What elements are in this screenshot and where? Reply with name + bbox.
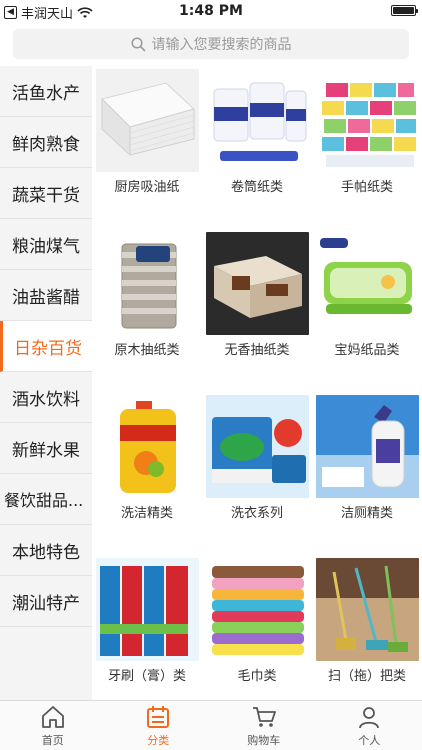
product-card[interactable]: 扫（拖）把类 bbox=[312, 555, 422, 718]
category-sidebar: 活鱼水产 鲜肉熟食 蔬菜干货 粮油煤气 油盐酱醋 日杂百货 酒水饮料 新鲜水果 … bbox=[0, 66, 92, 700]
product-card[interactable]: 卷筒纸类 bbox=[202, 66, 312, 229]
product-label: 牙刷（膏）类 bbox=[107, 669, 186, 684]
product-image-laundry bbox=[206, 395, 309, 498]
status-time: 1:48 PM bbox=[179, 3, 243, 19]
product-image-baby-paper bbox=[316, 232, 419, 335]
product-image-kitchen-paper bbox=[96, 69, 199, 172]
sidebar-item-label: 日杂百货 bbox=[14, 338, 82, 359]
bottom-tab-bar: 首页 分类 购物车 个人 bbox=[0, 700, 422, 750]
product-label: 卷筒纸类 bbox=[230, 180, 283, 195]
sidebar-item-fruit[interactable]: 新鲜水果 bbox=[0, 423, 92, 474]
product-card[interactable]: 原木抽纸类 bbox=[92, 229, 202, 392]
category-icon bbox=[147, 705, 170, 728]
search-area: 请输入您要搜索的商品 bbox=[0, 22, 422, 66]
product-image-toilet-cleaner bbox=[316, 395, 419, 498]
product-image-wood-tissue bbox=[96, 232, 199, 335]
product-label: 洁厕精类 bbox=[340, 506, 393, 521]
tab-label: 个人 bbox=[358, 733, 381, 747]
sidebar-item-local-specialty[interactable]: 本地特色 bbox=[0, 525, 92, 576]
product-card[interactable]: 洗衣系列 bbox=[202, 392, 312, 555]
tab-label: 购物车 bbox=[247, 733, 281, 747]
search-input[interactable]: 请输入您要搜索的商品 bbox=[13, 29, 409, 59]
product-label: 毛巾类 bbox=[237, 669, 277, 684]
product-label: 厨房吸油纸 bbox=[114, 180, 180, 195]
tab-label: 分类 bbox=[147, 733, 170, 747]
product-label: 洗洁精类 bbox=[120, 506, 173, 521]
product-image-towels bbox=[206, 558, 309, 661]
sidebar-item-label: 鲜肉熟食 bbox=[12, 134, 80, 155]
product-card[interactable]: 洁厕精类 bbox=[312, 392, 422, 555]
product-image-dish-soap bbox=[96, 395, 199, 498]
home-icon bbox=[41, 705, 64, 728]
sidebar-item-desserts[interactable]: 餐饮甜品... bbox=[0, 474, 92, 525]
product-label: 宝妈纸品类 bbox=[334, 343, 400, 358]
sidebar-item-label: 酒水饮料 bbox=[12, 389, 80, 410]
sidebar-item-label: 本地特色 bbox=[12, 542, 80, 563]
product-card[interactable]: 洗洁精类 bbox=[92, 392, 202, 555]
status-bar: ◀ 丰润天山 1:48 PM bbox=[0, 0, 422, 22]
sidebar-item-chaoshan-specialty[interactable]: 潮汕特产 bbox=[0, 576, 92, 627]
product-image-roll-paper bbox=[206, 69, 309, 172]
product-card[interactable]: 牙刷（膏）类 bbox=[92, 555, 202, 718]
sidebar-item-drinks[interactable]: 酒水饮料 bbox=[0, 372, 92, 423]
sidebar-item-fresh-meat[interactable]: 鲜肉熟食 bbox=[0, 117, 92, 168]
sidebar-item-label: 活鱼水产 bbox=[12, 83, 80, 104]
person-icon bbox=[359, 706, 380, 728]
product-label: 无香抽纸类 bbox=[224, 343, 290, 358]
sidebar-item-daily-goods[interactable]: 日杂百货 bbox=[0, 321, 92, 372]
sidebar-item-label: 餐饮甜品... bbox=[4, 491, 84, 510]
tab-profile[interactable]: 个人 bbox=[317, 701, 422, 750]
tab-label: 首页 bbox=[41, 733, 64, 747]
product-image-handkerchief-tissue bbox=[316, 69, 419, 172]
product-card[interactable]: 手帕纸类 bbox=[312, 66, 422, 229]
sidebar-item-label: 新鲜水果 bbox=[12, 440, 80, 461]
product-card[interactable]: 厨房吸油纸 bbox=[92, 66, 202, 229]
cart-icon bbox=[252, 706, 276, 727]
sidebar-item-label: 蔬菜干货 bbox=[12, 185, 80, 206]
product-card[interactable]: 无香抽纸类 bbox=[202, 229, 312, 392]
sidebar-item-label: 油盐酱醋 bbox=[12, 287, 80, 308]
sidebar-item-vegetables[interactable]: 蔬菜干货 bbox=[0, 168, 92, 219]
product-image-unscented-tissue bbox=[206, 232, 309, 335]
search-icon bbox=[130, 36, 146, 52]
product-grid-area: 厨房吸油纸 卷筒纸类 手帕纸类 原木抽纸类 无香抽纸类 宝妈纸品类 洗洁精类 洗… bbox=[92, 66, 422, 700]
battery-icon bbox=[391, 5, 418, 16]
product-card[interactable]: 毛巾类 bbox=[202, 555, 312, 718]
sidebar-item-condiments[interactable]: 油盐酱醋 bbox=[0, 270, 92, 321]
product-label: 扫（拖）把类 bbox=[327, 669, 406, 684]
product-grid: 厨房吸油纸 卷筒纸类 手帕纸类 原木抽纸类 无香抽纸类 宝妈纸品类 洗洁精类 洗… bbox=[92, 66, 422, 718]
sidebar-item-label: 粮油煤气 bbox=[12, 236, 80, 257]
tab-home[interactable]: 首页 bbox=[0, 701, 106, 750]
search-placeholder: 请输入您要搜索的商品 bbox=[151, 37, 292, 53]
product-image-toothpaste bbox=[96, 558, 199, 661]
product-image-brooms bbox=[316, 558, 419, 661]
product-label: 原木抽纸类 bbox=[114, 343, 180, 358]
product-label: 手帕纸类 bbox=[340, 180, 393, 195]
tab-cart[interactable]: 购物车 bbox=[211, 701, 317, 750]
sidebar-item-label: 潮汕特产 bbox=[12, 593, 80, 614]
product-label: 洗衣系列 bbox=[230, 506, 283, 521]
product-card[interactable]: 宝妈纸品类 bbox=[312, 229, 422, 392]
sidebar-item-grain-oil-gas[interactable]: 粮油煤气 bbox=[0, 219, 92, 270]
tab-category[interactable]: 分类 bbox=[106, 701, 212, 750]
sidebar-item-live-fish[interactable]: 活鱼水产 bbox=[0, 66, 92, 117]
